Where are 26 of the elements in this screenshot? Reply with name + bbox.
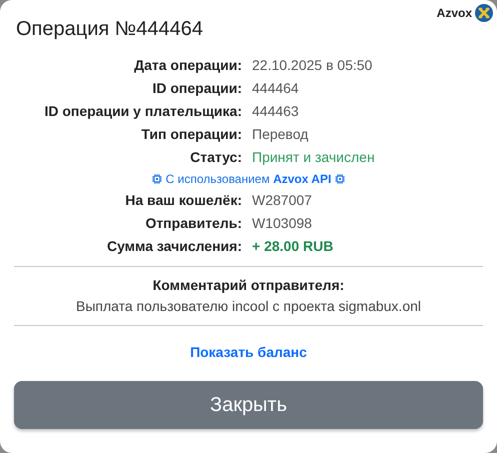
field-label: ID операции: [151,79,242,98]
field-label: Дата операции: [133,56,242,75]
field-value: W103098 [252,214,313,233]
show-balance-link[interactable]: Показать баланс [190,342,307,363]
field-label: Статус: [189,148,242,167]
field-label: Сумма зачисления: [106,237,242,256]
field-label: ID операции у плательщика: [43,102,242,121]
field-label: На ваш кошелёк: [124,191,242,210]
field-value: Перевод [252,125,310,144]
comment-label: Комментарий отправителя: [152,276,346,295]
field-value: 444463 [252,102,300,121]
logo-icon [475,4,493,22]
field-value: W287007 [252,191,313,210]
dialog-title: Операция №444464 [16,17,204,42]
status-value: Принят и зачислен [252,148,376,167]
brand-name: Azvox [436,5,472,22]
comment-text: Выплата пользователю incool с проекта sigmabux.onl [74,297,422,316]
chip-icon [334,173,346,185]
field-value: 22.10.2025 в 05:50 [252,56,374,75]
field-value: 444464 [252,79,300,98]
close-button[interactable]: Закрыть [14,381,483,429]
amount-value: + 28.00 RUB [252,237,334,256]
field-label: Тип операции: [140,125,242,144]
chip-icon [150,173,163,185]
api-note: С использованием Azvox API [166,171,332,188]
field-label: Отправитель: [144,214,242,233]
